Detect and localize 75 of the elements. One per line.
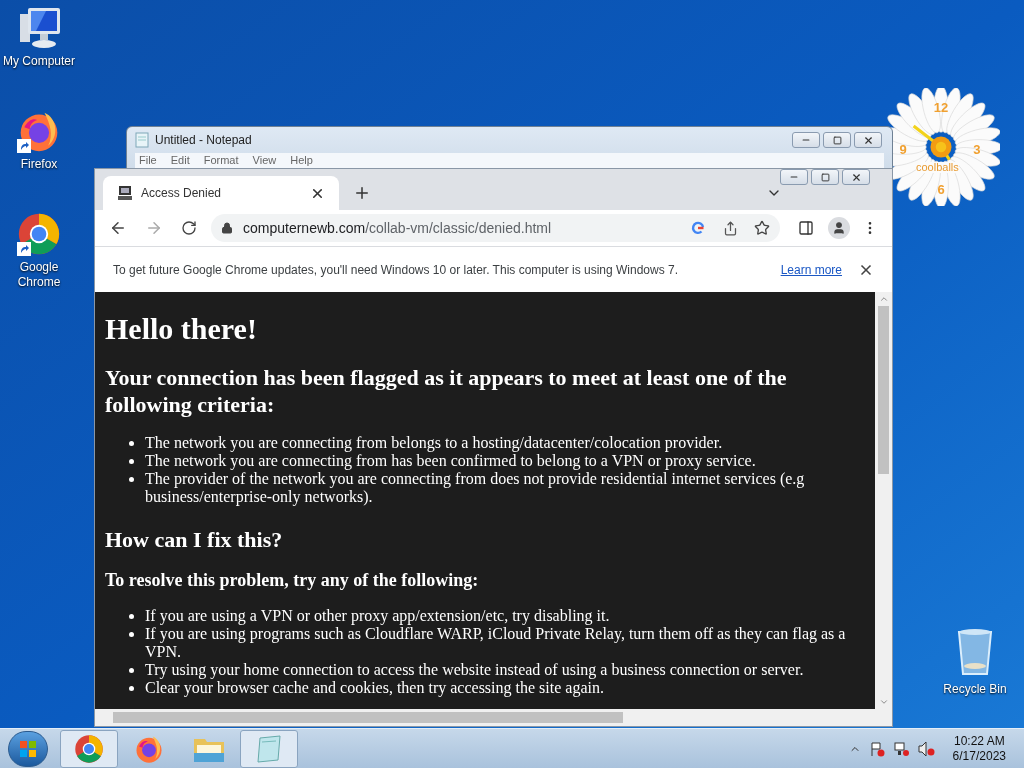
browser-tab[interactable]: Access Denied — [103, 176, 339, 210]
bullet-icon — [129, 459, 134, 464]
section-heading: Your connection has been flagged as it appears to meet at least one of the following criteria: — [105, 364, 788, 418]
scrollbar-thumb[interactable] — [113, 712, 623, 723]
maximize-icon — [820, 172, 830, 182]
bullet-icon — [129, 441, 134, 446]
list-item: The provider of the network you are connecting from does not provide residential internet services (e.g business/enterprise-only networks). — [145, 470, 806, 506]
chrome-icon — [74, 733, 104, 764]
clock-numeral: 6 — [937, 182, 945, 196]
clock-caption: coolballs — [916, 162, 959, 173]
flag-alert-icon[interactable] — [868, 740, 885, 757]
vertical-scrollbar[interactable] — [875, 292, 892, 709]
clock-numeral: 9 — [899, 142, 907, 156]
clock-time[interactable]: 10:22 AM — [953, 733, 1005, 749]
maximize-button[interactable] — [811, 169, 839, 185]
minimize-button[interactable] — [792, 132, 820, 148]
menu-item[interactable]: Format — [203, 154, 239, 167]
bullet-icon — [129, 477, 134, 482]
subheading: To resolve this problem, try any of the following: — [105, 569, 480, 591]
bullet-icon — [129, 614, 134, 619]
share-icon[interactable] — [723, 220, 738, 236]
bullet-icon — [129, 668, 134, 673]
tab-title: Access Denied — [141, 185, 222, 202]
page-heading: Hello there! — [105, 312, 258, 346]
desktop-icon-label[interactable]: My Computer — [3, 54, 75, 69]
menu-item[interactable]: Help — [290, 154, 313, 167]
window-title: Untitled - Notepad — [155, 132, 252, 149]
list-item: The network you are connecting from belongs to a hosting/datacenter/colocation provider. — [145, 434, 723, 452]
notepad-icon — [135, 132, 149, 148]
taskbar-button[interactable] — [60, 729, 118, 768]
muted-speaker-icon[interactable] — [916, 740, 935, 757]
list-item: If you are using programs such as Cloudflare WARP, iCloud Private Relay, turn them off as they can flag as a VPN. — [145, 625, 847, 661]
desktop-icon-label[interactable]: Firefox — [20, 157, 58, 172]
forward-icon[interactable] — [145, 219, 163, 237]
maximize-icon — [832, 135, 842, 145]
computer-favicon-icon — [117, 185, 133, 201]
notepad-icon — [254, 733, 284, 764]
profile-avatar[interactable] — [828, 217, 850, 239]
clock-date[interactable]: 6/17/2023 — [952, 748, 1006, 764]
address-bar[interactable]: computernewb.com/collab-vm/classic/denied.html — [211, 214, 780, 242]
menu-item[interactable]: View — [252, 154, 277, 167]
maximize-button[interactable] — [823, 132, 851, 148]
scrollbar-thumb[interactable] — [878, 306, 889, 474]
desktop-icon-label[interactable]: Recycle Bin — [943, 682, 1007, 697]
menu-item[interactable]: File — [139, 154, 157, 167]
close-icon — [850, 171, 862, 183]
list-item: Clear your browser cache and cookies, then try accessing the site again. — [145, 679, 604, 697]
section-heading: How can I fix this? — [105, 526, 284, 553]
close-button[interactable] — [842, 169, 870, 185]
windows-logo-icon — [19, 739, 37, 758]
list-item: Try using your home connection to access the website instead of using a business connection or server. — [145, 661, 804, 679]
back-icon[interactable] — [109, 219, 127, 237]
bullet-icon — [129, 632, 134, 637]
desktop-icon-label[interactable]: Google Chrome — [0, 260, 78, 290]
close-icon — [862, 134, 874, 146]
horizontal-scrollbar[interactable] — [95, 709, 892, 726]
start-button[interactable] — [8, 730, 48, 767]
reload-icon[interactable] — [181, 220, 197, 236]
trash-can-icon — [955, 628, 995, 676]
infobar-message: To get future Google Chrome updates, you'll need Windows 10 or later. This computer is using Windows 7. — [113, 261, 679, 279]
side-panel-icon[interactable] — [798, 220, 814, 236]
url-text: computernewb.com/collab-vm/classic/denied.html — [243, 218, 552, 238]
close-button[interactable] — [854, 132, 882, 148]
list-item: If you are using a VPN or other proxy app/extension/etc, try disabling it. — [145, 607, 610, 625]
learn-more-link[interactable]: Learn more — [780, 260, 842, 279]
list-item: The network you are connecting from has been confirmed to belong to a VPN or proxy service. — [145, 452, 756, 470]
clock-numeral: 12 — [933, 100, 949, 114]
clock-numeral: 3 — [973, 142, 981, 156]
google-lens-icon[interactable] — [691, 221, 705, 235]
lock-icon — [221, 222, 233, 234]
bookmark-star-icon[interactable] — [754, 220, 770, 236]
bullet-icon — [129, 686, 134, 691]
network-alert-icon[interactable] — [892, 740, 909, 757]
new-tab-icon[interactable] — [353, 184, 371, 202]
menu-item[interactable]: Edit — [170, 154, 190, 167]
